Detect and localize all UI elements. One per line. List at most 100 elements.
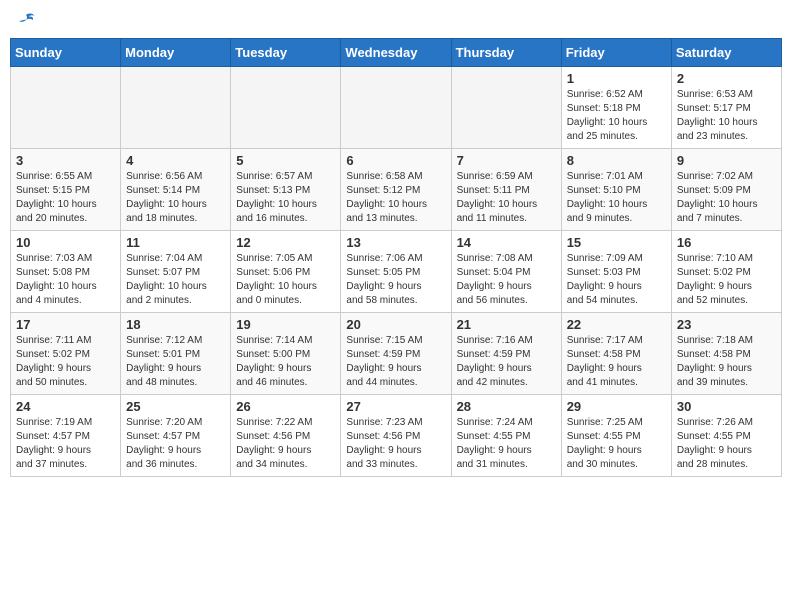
day-number: 16 — [677, 235, 776, 250]
calendar-cell: 12 Sunrise: 7:05 AM Sunset: 5:06 PM Dayli… — [231, 231, 341, 313]
header — [10, 10, 782, 30]
day-number: 20 — [346, 317, 445, 332]
day-number: 2 — [677, 71, 776, 86]
calendar-cell: 11 Sunrise: 7:04 AM Sunset: 5:07 PM Dayli… — [121, 231, 231, 313]
day-info: Sunrise: 7:23 AM Sunset: 4:56 PM Dayligh… — [346, 416, 445, 472]
calendar-cell: 6Sunrise: 6:58 AM Sunset: 5:12 PM Daylig… — [341, 149, 451, 231]
calendar-cell: 23 Sunrise: 7:18 AM Sunset: 4:58 PM Dayli… — [671, 313, 781, 395]
calendar-cell: 7 Sunrise: 6:59 AM Sunset: 5:11 PM Daylig… — [451, 149, 561, 231]
calendar-cell: 14 Sunrise: 7:08 AM Sunset: 5:04 PM Dayli… — [451, 231, 561, 313]
calendar-cell — [11, 67, 121, 149]
day-info: Sunrise: 7:06 AM Sunset: 5:05 PM Dayligh… — [346, 252, 445, 308]
day-info: Sunrise: 7:11 AM Sunset: 5:02 PM Dayligh… — [16, 334, 115, 390]
day-info: Sunrise: 7:09 AM Sunset: 5:03 PM Dayligh… — [567, 252, 666, 308]
calendar-cell — [231, 67, 341, 149]
day-info: Sunrise: 7:25 AM Sunset: 4:55 PM Dayligh… — [567, 416, 666, 472]
calendar-cell: 10Sunrise: 7:03 AM Sunset: 5:08 PM Dayli… — [11, 231, 121, 313]
day-number: 13 — [346, 235, 445, 250]
day-info: Sunrise: 7:05 AM Sunset: 5:06 PM Dayligh… — [236, 252, 335, 308]
day-info: Sunrise: 7:10 AM Sunset: 5:02 PM Dayligh… — [677, 252, 776, 308]
calendar-cell: 22 Sunrise: 7:17 AM Sunset: 4:58 PM Dayli… — [561, 313, 671, 395]
calendar-cell: 4 Sunrise: 6:56 AM Sunset: 5:14 PM Daylig… — [121, 149, 231, 231]
day-number: 1 — [567, 71, 666, 86]
day-number: 4 — [126, 153, 225, 168]
week-row-1: 1 Sunrise: 6:52 AM Sunset: 5:18 PM Daylig… — [11, 67, 782, 149]
day-info: Sunrise: 7:01 AM Sunset: 5:10 PM Dayligh… — [567, 170, 666, 226]
day-info: Sunrise: 6:52 AM Sunset: 5:18 PM Dayligh… — [567, 88, 666, 144]
weekday-header-row: SundayMondayTuesdayWednesdayThursdayFrid… — [11, 39, 782, 67]
day-number: 12 — [236, 235, 335, 250]
calendar-cell: 8Sunrise: 7:01 AM Sunset: 5:10 PM Daylig… — [561, 149, 671, 231]
calendar-cell: 24 Sunrise: 7:19 AM Sunset: 4:57 PM Dayli… — [11, 395, 121, 477]
day-info: Sunrise: 7:04 AM Sunset: 5:07 PM Dayligh… — [126, 252, 225, 308]
day-info: Sunrise: 7:02 AM Sunset: 5:09 PM Dayligh… — [677, 170, 776, 226]
weekday-sunday: Sunday — [11, 39, 121, 67]
calendar-cell: 21 Sunrise: 7:16 AM Sunset: 4:59 PM Dayli… — [451, 313, 561, 395]
day-number: 15 — [567, 235, 666, 250]
day-number: 19 — [236, 317, 335, 332]
day-info: Sunrise: 7:08 AM Sunset: 5:04 PM Dayligh… — [457, 252, 556, 308]
day-info: Sunrise: 7:16 AM Sunset: 4:59 PM Dayligh… — [457, 334, 556, 390]
day-number: 21 — [457, 317, 556, 332]
day-info: Sunrise: 7:12 AM Sunset: 5:01 PM Dayligh… — [126, 334, 225, 390]
calendar-cell: 1 Sunrise: 6:52 AM Sunset: 5:18 PM Daylig… — [561, 67, 671, 149]
day-info: Sunrise: 7:26 AM Sunset: 4:55 PM Dayligh… — [677, 416, 776, 472]
day-info: Sunrise: 7:24 AM Sunset: 4:55 PM Dayligh… — [457, 416, 556, 472]
day-info: Sunrise: 7:18 AM Sunset: 4:58 PM Dayligh… — [677, 334, 776, 390]
day-number: 17 — [16, 317, 115, 332]
day-number: 27 — [346, 399, 445, 414]
day-info: Sunrise: 7:19 AM Sunset: 4:57 PM Dayligh… — [16, 416, 115, 472]
day-number: 5 — [236, 153, 335, 168]
day-number: 26 — [236, 399, 335, 414]
calendar-cell: 13 Sunrise: 7:06 AM Sunset: 5:05 PM Dayli… — [341, 231, 451, 313]
calendar-cell: 27 Sunrise: 7:23 AM Sunset: 4:56 PM Dayli… — [341, 395, 451, 477]
day-number: 24 — [16, 399, 115, 414]
week-row-2: 3 Sunrise: 6:55 AM Sunset: 5:15 PM Daylig… — [11, 149, 782, 231]
day-info: Sunrise: 7:20 AM Sunset: 4:57 PM Dayligh… — [126, 416, 225, 472]
calendar-cell: 18 Sunrise: 7:12 AM Sunset: 5:01 PM Dayli… — [121, 313, 231, 395]
day-number: 28 — [457, 399, 556, 414]
calendar-cell: 5 Sunrise: 6:57 AM Sunset: 5:13 PM Daylig… — [231, 149, 341, 231]
day-number: 14 — [457, 235, 556, 250]
weekday-tuesday: Tuesday — [231, 39, 341, 67]
day-info: Sunrise: 7:14 AM Sunset: 5:00 PM Dayligh… — [236, 334, 335, 390]
calendar-cell: 20 Sunrise: 7:15 AM Sunset: 4:59 PM Dayli… — [341, 313, 451, 395]
day-number: 11 — [126, 235, 225, 250]
day-info: Sunrise: 6:59 AM Sunset: 5:11 PM Dayligh… — [457, 170, 556, 226]
calendar-cell — [341, 67, 451, 149]
day-number: 7 — [457, 153, 556, 168]
calendar-cell — [451, 67, 561, 149]
day-number: 22 — [567, 317, 666, 332]
day-number: 25 — [126, 399, 225, 414]
logo-bird-icon — [16, 10, 36, 30]
calendar-cell: 15 Sunrise: 7:09 AM Sunset: 5:03 PM Dayli… — [561, 231, 671, 313]
day-number: 9 — [677, 153, 776, 168]
day-number: 30 — [677, 399, 776, 414]
calendar-cell: 30 Sunrise: 7:26 AM Sunset: 4:55 PM Dayli… — [671, 395, 781, 477]
day-number: 23 — [677, 317, 776, 332]
calendar-cell: 25 Sunrise: 7:20 AM Sunset: 4:57 PM Dayli… — [121, 395, 231, 477]
calendar-cell: 17 Sunrise: 7:11 AM Sunset: 5:02 PM Dayli… — [11, 313, 121, 395]
weekday-friday: Friday — [561, 39, 671, 67]
day-info: Sunrise: 6:53 AM Sunset: 5:17 PM Dayligh… — [677, 88, 776, 144]
logo — [14, 10, 36, 30]
day-number: 3 — [16, 153, 115, 168]
calendar-cell: 28 Sunrise: 7:24 AM Sunset: 4:55 PM Dayli… — [451, 395, 561, 477]
day-number: 6 — [346, 153, 445, 168]
calendar-cell: 3 Sunrise: 6:55 AM Sunset: 5:15 PM Daylig… — [11, 149, 121, 231]
day-info: Sunrise: 6:56 AM Sunset: 5:14 PM Dayligh… — [126, 170, 225, 226]
day-number: 18 — [126, 317, 225, 332]
calendar-cell: 16 Sunrise: 7:10 AM Sunset: 5:02 PM Dayli… — [671, 231, 781, 313]
calendar-cell: 2 Sunrise: 6:53 AM Sunset: 5:17 PM Daylig… — [671, 67, 781, 149]
week-row-3: 10Sunrise: 7:03 AM Sunset: 5:08 PM Dayli… — [11, 231, 782, 313]
week-row-5: 24 Sunrise: 7:19 AM Sunset: 4:57 PM Dayli… — [11, 395, 782, 477]
weekday-monday: Monday — [121, 39, 231, 67]
calendar-cell: 26Sunrise: 7:22 AM Sunset: 4:56 PM Dayli… — [231, 395, 341, 477]
day-info: Sunrise: 7:17 AM Sunset: 4:58 PM Dayligh… — [567, 334, 666, 390]
weekday-saturday: Saturday — [671, 39, 781, 67]
day-info: Sunrise: 6:57 AM Sunset: 5:13 PM Dayligh… — [236, 170, 335, 226]
day-info: Sunrise: 7:15 AM Sunset: 4:59 PM Dayligh… — [346, 334, 445, 390]
weekday-wednesday: Wednesday — [341, 39, 451, 67]
day-info: Sunrise: 6:55 AM Sunset: 5:15 PM Dayligh… — [16, 170, 115, 226]
page: SundayMondayTuesdayWednesdayThursdayFrid… — [0, 0, 792, 612]
